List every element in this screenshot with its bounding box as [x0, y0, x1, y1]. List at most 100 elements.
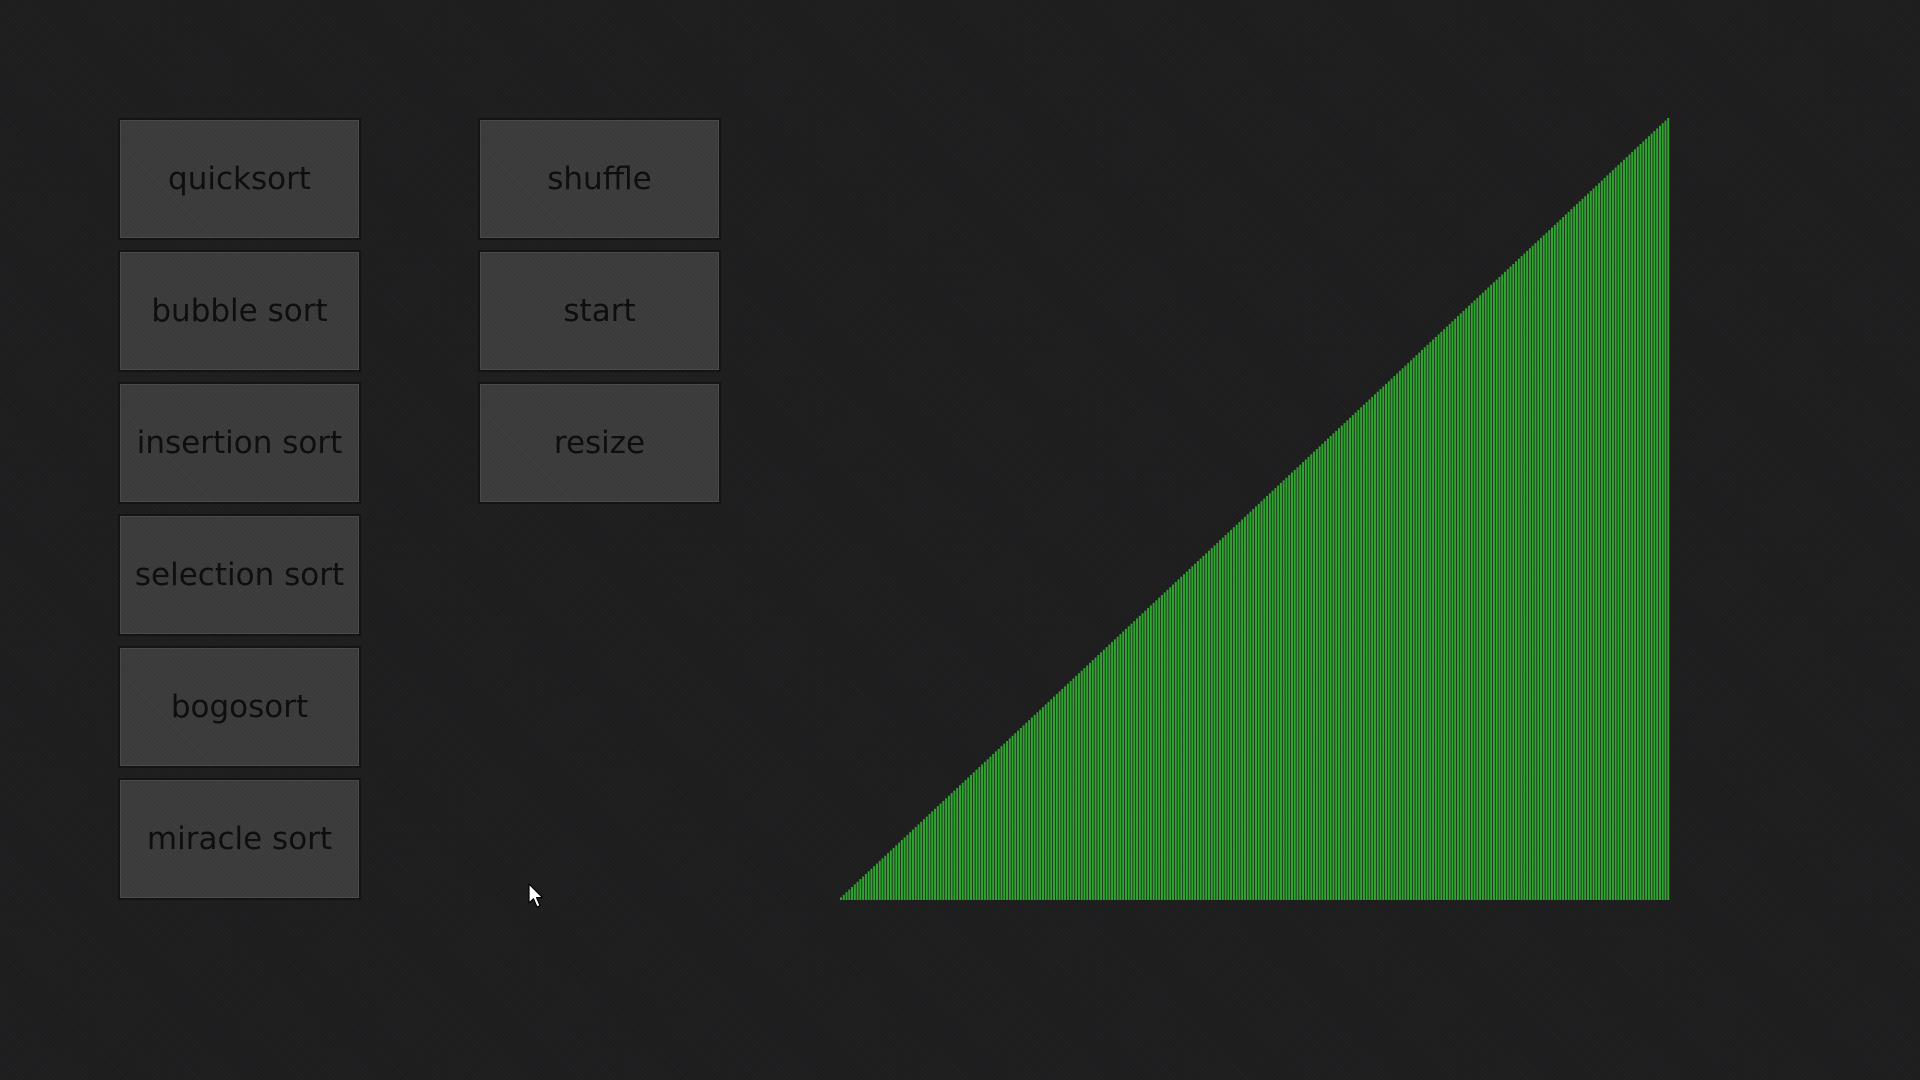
bar	[1288, 475, 1291, 900]
bar	[1412, 357, 1415, 900]
bar	[1622, 159, 1625, 900]
bar	[1172, 584, 1174, 900]
bar	[1415, 355, 1418, 900]
bar	[1606, 175, 1609, 900]
bar	[964, 780, 967, 900]
bar	[945, 798, 948, 900]
bar	[1385, 383, 1388, 900]
bar	[1108, 644, 1111, 900]
bar	[1481, 292, 1484, 900]
bar	[928, 813, 931, 900]
bar	[1000, 746, 1003, 900]
button-label: bubble sort	[151, 293, 328, 329]
bar	[1351, 415, 1354, 900]
bar	[1426, 344, 1429, 900]
bar	[1147, 608, 1150, 900]
bar	[1230, 529, 1233, 900]
bar	[1094, 657, 1097, 900]
shuffle-button[interactable]: shuffle	[478, 118, 721, 240]
bar	[947, 795, 950, 900]
bubble-sort-button[interactable]: bubble sort	[118, 250, 361, 372]
bar	[1188, 568, 1191, 900]
bar	[1266, 495, 1269, 900]
bar	[900, 840, 903, 900]
bar	[1379, 389, 1382, 900]
bar	[1462, 310, 1465, 900]
bar	[1202, 555, 1205, 900]
bar	[1205, 553, 1208, 900]
bar	[848, 889, 851, 900]
bar	[1149, 605, 1152, 900]
bar	[906, 834, 909, 900]
bar	[1346, 420, 1349, 900]
bar	[1437, 334, 1440, 900]
start-button[interactable]: start	[478, 250, 721, 372]
bar	[1047, 701, 1050, 900]
bar	[1512, 263, 1515, 900]
bar	[1620, 162, 1623, 900]
bar	[1517, 258, 1520, 900]
bar	[1310, 454, 1313, 900]
bar	[1401, 368, 1404, 900]
bar	[1086, 665, 1089, 900]
bar	[1611, 170, 1614, 900]
bar	[934, 808, 937, 900]
bar	[953, 790, 956, 900]
bar	[1603, 177, 1606, 900]
quicksort-button[interactable]: quicksort	[118, 118, 361, 240]
bar	[1249, 511, 1252, 900]
bar	[1196, 561, 1199, 900]
bar	[1039, 709, 1042, 900]
resize-button[interactable]: resize	[478, 382, 721, 504]
bar	[1575, 204, 1578, 900]
selection-sort-button[interactable]: selection sort	[118, 514, 361, 636]
bar	[1581, 198, 1584, 900]
bar	[1490, 284, 1493, 900]
bar	[1445, 326, 1448, 900]
bar	[1371, 396, 1374, 900]
bar	[992, 754, 995, 900]
bar	[1324, 441, 1327, 900]
button-label: bogosort	[170, 689, 309, 725]
bar	[1473, 300, 1476, 900]
bar	[983, 761, 986, 900]
bar	[1329, 436, 1332, 900]
bar	[1191, 566, 1194, 900]
bar	[1396, 373, 1399, 900]
bar	[1528, 248, 1531, 900]
bar	[1257, 503, 1260, 900]
bar	[1506, 269, 1509, 900]
bar	[1589, 190, 1592, 900]
bar	[1160, 595, 1163, 900]
bar	[1432, 339, 1435, 900]
bar	[1340, 425, 1343, 900]
button-label: miracle sort	[146, 821, 333, 857]
bar	[1653, 131, 1656, 900]
mouse-pointer-icon	[528, 883, 544, 908]
bar	[851, 886, 854, 900]
bar	[1587, 193, 1589, 900]
bar	[1562, 217, 1565, 900]
bar	[1664, 120, 1667, 900]
bar	[1252, 509, 1255, 900]
bar	[1235, 524, 1238, 900]
bar	[1307, 456, 1310, 900]
insertion-sort-button[interactable]: insertion sort	[118, 382, 361, 504]
bar	[1028, 720, 1031, 900]
bar	[1639, 144, 1642, 900]
bar	[1014, 733, 1017, 900]
bar	[1216, 542, 1219, 900]
bar	[1304, 459, 1307, 900]
bar	[1255, 506, 1257, 900]
bar	[1075, 675, 1078, 900]
bar	[1066, 683, 1069, 900]
bar	[1636, 146, 1639, 900]
bogosort-button[interactable]: bogosort	[118, 646, 361, 768]
bar	[1600, 180, 1603, 900]
miracle-sort-button[interactable]: miracle sort	[118, 778, 361, 900]
bar	[1097, 654, 1100, 900]
bar	[1277, 485, 1280, 900]
bar	[1111, 641, 1114, 900]
bar	[1185, 571, 1188, 900]
bar	[881, 858, 884, 900]
